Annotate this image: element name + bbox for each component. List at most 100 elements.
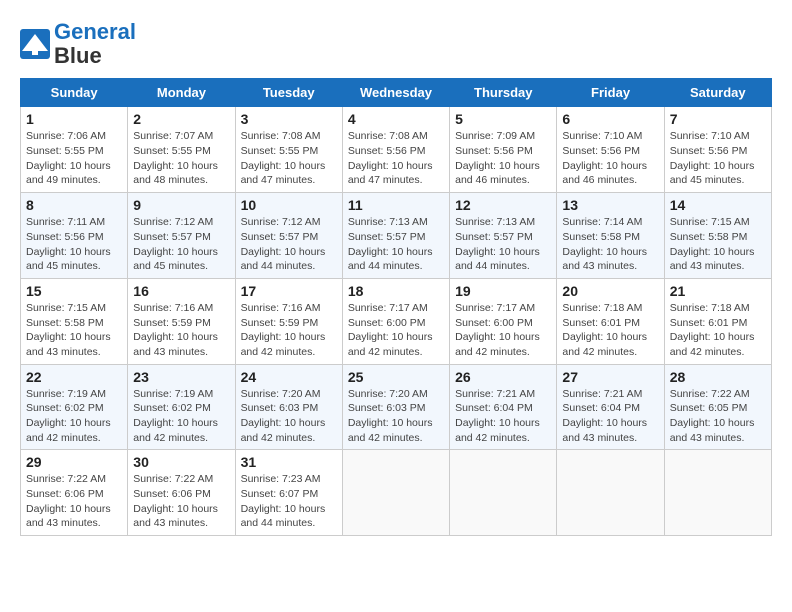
day-number: 6 — [562, 111, 658, 127]
calendar-day-cell: 19 Sunrise: 7:17 AM Sunset: 6:00 PM Dayli… — [450, 278, 557, 364]
calendar-week-row: 22 Sunrise: 7:19 AM Sunset: 6:02 PM Dayli… — [21, 364, 772, 450]
calendar-day-cell: 14 Sunrise: 7:15 AM Sunset: 5:58 PM Dayli… — [664, 193, 771, 279]
day-number: 10 — [241, 197, 337, 213]
calendar-day-cell: 4 Sunrise: 7:08 AM Sunset: 5:56 PM Daylig… — [342, 107, 449, 193]
day-number: 15 — [26, 283, 122, 299]
day-number: 16 — [133, 283, 229, 299]
day-number: 26 — [455, 369, 551, 385]
calendar-day-cell: 29 Sunrise: 7:22 AM Sunset: 6:06 PM Dayli… — [21, 450, 128, 536]
day-number: 27 — [562, 369, 658, 385]
day-info: Sunrise: 7:15 AM Sunset: 5:58 PM Dayligh… — [26, 301, 122, 360]
weekday-header-friday: Friday — [557, 79, 664, 107]
weekday-header-monday: Monday — [128, 79, 235, 107]
calendar-day-cell: 28 Sunrise: 7:22 AM Sunset: 6:05 PM Dayli… — [664, 364, 771, 450]
calendar-day-cell: 10 Sunrise: 7:12 AM Sunset: 5:57 PM Dayli… — [235, 193, 342, 279]
day-info: Sunrise: 7:14 AM Sunset: 5:58 PM Dayligh… — [562, 215, 658, 274]
calendar-week-row: 1 Sunrise: 7:06 AM Sunset: 5:55 PM Daylig… — [21, 107, 772, 193]
day-info: Sunrise: 7:12 AM Sunset: 5:57 PM Dayligh… — [241, 215, 337, 274]
day-info: Sunrise: 7:09 AM Sunset: 5:56 PM Dayligh… — [455, 129, 551, 188]
day-info: Sunrise: 7:20 AM Sunset: 6:03 PM Dayligh… — [241, 387, 337, 446]
day-number: 24 — [241, 369, 337, 385]
empty-cell — [342, 450, 449, 536]
calendar-day-cell: 27 Sunrise: 7:21 AM Sunset: 6:04 PM Dayli… — [557, 364, 664, 450]
day-info: Sunrise: 7:17 AM Sunset: 6:00 PM Dayligh… — [348, 301, 444, 360]
logo-icon — [20, 29, 50, 59]
calendar-day-cell: 7Sunrise: 7:10 AM Sunset: 5:56 PM Daylig… — [664, 107, 771, 193]
calendar-day-cell: 5Sunrise: 7:09 AM Sunset: 5:56 PM Daylig… — [450, 107, 557, 193]
day-number: 21 — [670, 283, 766, 299]
day-number: 1 — [26, 111, 122, 127]
calendar-day-cell: 13 Sunrise: 7:14 AM Sunset: 5:58 PM Dayli… — [557, 193, 664, 279]
calendar-day-cell: 24 Sunrise: 7:20 AM Sunset: 6:03 PM Dayli… — [235, 364, 342, 450]
day-info: Sunrise: 7:08 AM Sunset: 5:56 PM Dayligh… — [348, 129, 444, 188]
day-number: 7 — [670, 111, 766, 127]
day-number: 12 — [455, 197, 551, 213]
empty-cell — [664, 450, 771, 536]
page-header: GeneralBlue — [20, 20, 772, 68]
calendar-week-row: 15 Sunrise: 7:15 AM Sunset: 5:58 PM Dayli… — [21, 278, 772, 364]
day-info: Sunrise: 7:10 AM Sunset: 5:56 PM Dayligh… — [562, 129, 658, 188]
calendar-day-cell: 1 Sunrise: 7:06 AM Sunset: 5:55 PM Daylig… — [21, 107, 128, 193]
empty-cell — [557, 450, 664, 536]
weekday-header-saturday: Saturday — [664, 79, 771, 107]
calendar-day-cell: 22Sunrise: 7:19 AM Sunset: 6:02 PM Dayli… — [21, 364, 128, 450]
calendar-day-cell: 11 Sunrise: 7:13 AM Sunset: 5:57 PM Dayli… — [342, 193, 449, 279]
calendar-day-cell: 21 Sunrise: 7:18 AM Sunset: 6:01 PM Dayli… — [664, 278, 771, 364]
calendar-day-cell: 25 Sunrise: 7:20 AM Sunset: 6:03 PM Dayli… — [342, 364, 449, 450]
day-number: 3 — [241, 111, 337, 127]
day-number: 25 — [348, 369, 444, 385]
day-info: Sunrise: 7:15 AM Sunset: 5:58 PM Dayligh… — [670, 215, 766, 274]
weekday-header-sunday: Sunday — [21, 79, 128, 107]
day-number: 9 — [133, 197, 229, 213]
calendar-day-cell: 12 Sunrise: 7:13 AM Sunset: 5:57 PM Dayli… — [450, 193, 557, 279]
calendar-day-cell: 3 Sunrise: 7:08 AM Sunset: 5:55 PM Daylig… — [235, 107, 342, 193]
day-number: 28 — [670, 369, 766, 385]
day-info: Sunrise: 7:22 AM Sunset: 6:06 PM Dayligh… — [26, 472, 122, 531]
day-info: Sunrise: 7:21 AM Sunset: 6:04 PM Dayligh… — [562, 387, 658, 446]
day-info: Sunrise: 7:22 AM Sunset: 6:06 PM Dayligh… — [133, 472, 229, 531]
weekday-header-tuesday: Tuesday — [235, 79, 342, 107]
day-number: 14 — [670, 197, 766, 213]
calendar-day-cell: 31Sunrise: 7:23 AM Sunset: 6:07 PM Dayli… — [235, 450, 342, 536]
day-number: 11 — [348, 197, 444, 213]
day-number: 13 — [562, 197, 658, 213]
logo: GeneralBlue — [20, 20, 136, 68]
day-info: Sunrise: 7:17 AM Sunset: 6:00 PM Dayligh… — [455, 301, 551, 360]
day-number: 2 — [133, 111, 229, 127]
calendar-day-cell: 2 Sunrise: 7:07 AM Sunset: 5:55 PM Daylig… — [128, 107, 235, 193]
day-info: Sunrise: 7:18 AM Sunset: 6:01 PM Dayligh… — [562, 301, 658, 360]
logo-text: GeneralBlue — [54, 20, 136, 68]
day-info: Sunrise: 7:19 AM Sunset: 6:02 PM Dayligh… — [133, 387, 229, 446]
calendar-day-cell: 30 Sunrise: 7:22 AM Sunset: 6:06 PM Dayli… — [128, 450, 235, 536]
calendar-day-cell: 8 Sunrise: 7:11 AM Sunset: 5:56 PM Daylig… — [21, 193, 128, 279]
day-number: 22 — [26, 369, 122, 385]
day-info: Sunrise: 7:07 AM Sunset: 5:55 PM Dayligh… — [133, 129, 229, 188]
day-info: Sunrise: 7:18 AM Sunset: 6:01 PM Dayligh… — [670, 301, 766, 360]
weekday-header-thursday: Thursday — [450, 79, 557, 107]
calendar-day-cell: 20Sunrise: 7:18 AM Sunset: 6:01 PM Dayli… — [557, 278, 664, 364]
day-info: Sunrise: 7:22 AM Sunset: 6:05 PM Dayligh… — [670, 387, 766, 446]
day-info: Sunrise: 7:08 AM Sunset: 5:55 PM Dayligh… — [241, 129, 337, 188]
day-number: 30 — [133, 454, 229, 470]
day-info: Sunrise: 7:12 AM Sunset: 5:57 PM Dayligh… — [133, 215, 229, 274]
day-info: Sunrise: 7:11 AM Sunset: 5:56 PM Dayligh… — [26, 215, 122, 274]
day-info: Sunrise: 7:16 AM Sunset: 5:59 PM Dayligh… — [241, 301, 337, 360]
calendar-week-row: 8 Sunrise: 7:11 AM Sunset: 5:56 PM Daylig… — [21, 193, 772, 279]
day-info: Sunrise: 7:23 AM Sunset: 6:07 PM Dayligh… — [241, 472, 337, 531]
calendar-day-cell: 15 Sunrise: 7:15 AM Sunset: 5:58 PM Dayli… — [21, 278, 128, 364]
day-number: 17 — [241, 283, 337, 299]
day-info: Sunrise: 7:06 AM Sunset: 5:55 PM Dayligh… — [26, 129, 122, 188]
calendar-table: SundayMondayTuesdayWednesdayThursdayFrid… — [20, 78, 772, 536]
day-info: Sunrise: 7:13 AM Sunset: 5:57 PM Dayligh… — [455, 215, 551, 274]
day-info: Sunrise: 7:13 AM Sunset: 5:57 PM Dayligh… — [348, 215, 444, 274]
calendar-day-cell: 26 Sunrise: 7:21 AM Sunset: 6:04 PM Dayli… — [450, 364, 557, 450]
day-number: 19 — [455, 283, 551, 299]
day-number: 4 — [348, 111, 444, 127]
calendar-day-cell: 9 Sunrise: 7:12 AM Sunset: 5:57 PM Daylig… — [128, 193, 235, 279]
day-number: 8 — [26, 197, 122, 213]
day-number: 29 — [26, 454, 122, 470]
day-info: Sunrise: 7:21 AM Sunset: 6:04 PM Dayligh… — [455, 387, 551, 446]
weekday-header-wednesday: Wednesday — [342, 79, 449, 107]
day-info: Sunrise: 7:16 AM Sunset: 5:59 PM Dayligh… — [133, 301, 229, 360]
day-info: Sunrise: 7:20 AM Sunset: 6:03 PM Dayligh… — [348, 387, 444, 446]
